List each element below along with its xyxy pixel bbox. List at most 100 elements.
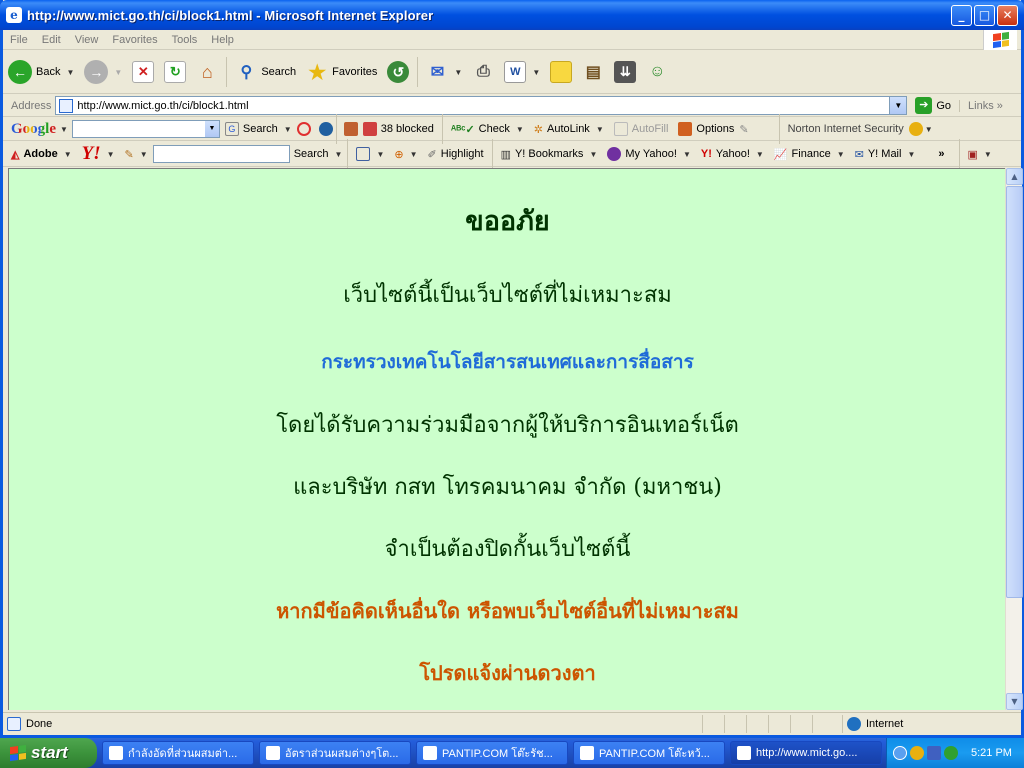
yahoo-mail-button[interactable]: ✉ Y! Mail ▼ (850, 148, 921, 161)
highlight-button[interactable]: ✐ Highlight (423, 148, 489, 161)
adobe-dropdown-icon[interactable]: ▼ (64, 150, 72, 159)
google-search-options-icon[interactable]: ▼ (284, 125, 292, 134)
research-button[interactable]: ▤ (577, 54, 609, 90)
finance-dropdown-icon[interactable]: ▼ (837, 150, 845, 159)
start-button[interactable]: start (0, 738, 97, 768)
window-dropdown-icon[interactable]: ▼ (376, 150, 384, 159)
menu-bar: File Edit View Favorites Tools Help (3, 30, 1021, 50)
maximize-button[interactable]: □ (974, 5, 995, 26)
autolink-dropdown-icon[interactable]: ▼ (596, 125, 604, 134)
back-button[interactable]: ← Back ▼ (3, 54, 79, 90)
menu-favorites[interactable]: Favorites (105, 34, 164, 46)
yahoo-dropdown-icon[interactable]: ▼ (107, 150, 115, 159)
yahoo-search-input[interactable] (152, 145, 290, 163)
document-icon (109, 746, 123, 760)
print-button[interactable]: ⎙ (467, 54, 499, 90)
yahoo-logo-button[interactable]: Y! ▼ (77, 143, 120, 165)
check-dropdown-icon[interactable]: ▼ (516, 125, 524, 134)
options-button[interactable]: Options (673, 122, 739, 136)
my-yahoo-button[interactable]: My Yahoo! ▼ (602, 147, 696, 161)
close-button[interactable]: ✕ (997, 5, 1018, 26)
more-chevron-icon[interactable]: » (938, 148, 944, 160)
home-button[interactable]: ⌂ (191, 54, 223, 90)
edit-word-button[interactable]: W ▼ (499, 54, 545, 90)
highlighter-icon[interactable]: ✎ (739, 123, 748, 136)
yahoo-button[interactable]: Y! Yahoo! ▼ (696, 148, 769, 160)
norton-label-button[interactable]: Norton Internet Security (783, 123, 909, 135)
forward-button[interactable]: → ▼ (79, 54, 127, 90)
autofill-button[interactable]: AutoFill (609, 122, 674, 136)
vertical-scrollbar[interactable]: ▲ ▼ (1005, 168, 1023, 710)
chrome-like-icon[interactable] (944, 746, 958, 760)
norton-icon[interactable] (908, 122, 923, 136)
history-button[interactable]: ↺ (382, 54, 414, 90)
refresh-button[interactable]: ↻ (159, 54, 191, 90)
google-search-input[interactable]: ▼ (71, 120, 220, 138)
yahoo-search-dropdown-icon[interactable]: ▼ (335, 150, 343, 159)
google-search-button[interactable]: G Search ▼ (220, 122, 297, 136)
spell-check-button[interactable]: ᴬᴮᶜ✓ Check ▼ (446, 123, 529, 136)
mail-button[interactable]: ✉ ▼ (421, 54, 467, 90)
go-button[interactable]: ➔ Go (907, 97, 959, 114)
window-menu-button[interactable]: ▼ (351, 147, 389, 161)
scroll-up-button[interactable]: ▲ (1006, 168, 1023, 185)
toolbar-divider (958, 139, 960, 169)
yahoo-search-button[interactable]: Search ▼ (290, 148, 345, 160)
tray-expand-icon[interactable] (893, 746, 907, 760)
pencil-dropdown-icon[interactable]: ▼ (140, 150, 148, 159)
network-icon[interactable] (910, 746, 924, 760)
menu-view[interactable]: View (68, 34, 106, 46)
google-menu-dropdown-icon[interactable]: ▼ (60, 125, 68, 134)
google-logo[interactable]: Google (3, 121, 58, 138)
norton-dropdown-icon[interactable]: ▼ (925, 125, 933, 134)
page-info-icon[interactable] (343, 122, 358, 136)
notes-button[interactable] (545, 54, 577, 90)
google-search-dropdown-icon[interactable]: ▼ (204, 121, 219, 137)
popup-blocker-button[interactable]: 38 blocked (358, 122, 439, 136)
pagerank-icon[interactable] (296, 122, 311, 136)
favorites-button[interactable]: ★ Favorites (301, 54, 382, 90)
yahoo-y-icon: Y! (700, 148, 712, 160)
address-input[interactable]: http://www.mict.go.th/ci/block1.html ▼ (55, 96, 908, 115)
toolbar-options-button[interactable]: ▣ ▼ (963, 148, 997, 161)
display-icon[interactable] (927, 746, 941, 760)
toolbar-options-dropdown-icon[interactable]: ▼ (984, 150, 992, 159)
forward-dropdown-icon[interactable]: ▼ (114, 68, 122, 77)
search-button[interactable]: ⚲ Search (230, 54, 301, 90)
my-yahoo-dropdown-icon[interactable]: ▼ (683, 150, 691, 159)
taskbar-item[interactable]: อัตราส่วนผสมต่างๆโต... (259, 741, 411, 765)
edit-dropdown-icon[interactable]: ▼ (532, 68, 540, 77)
download-button[interactable]: ⇊ (609, 54, 641, 90)
yahoo-bookmarks-button[interactable]: ▥ Y! Bookmarks ▼ (496, 148, 603, 161)
mail-dropdown-icon[interactable]: ▼ (454, 68, 462, 77)
yahoo-menu-dropdown-icon[interactable]: ▼ (756, 150, 764, 159)
autolink-button[interactable]: ✲ AutoLink ▼ (529, 123, 609, 136)
menu-tools[interactable]: Tools (165, 34, 205, 46)
minimize-button[interactable]: _ (951, 5, 972, 26)
bookmarks-dropdown-icon[interactable]: ▼ (589, 150, 597, 159)
clock[interactable]: 5:21 PM (971, 747, 1012, 759)
menu-help[interactable]: Help (204, 34, 241, 46)
taskbar-item[interactable]: PANTIP.COM โต๊ะรัช... (416, 741, 568, 765)
messenger-button[interactable]: ☺ (641, 54, 673, 90)
taskbar-item-active[interactable]: http://www.mict.go.... (730, 741, 882, 765)
title-bar[interactable]: e http://www.mict.go.th/ci/block1.html -… (0, 0, 1024, 30)
antispy-dropdown-icon[interactable]: ▼ (410, 150, 418, 159)
links-button[interactable]: Links » (959, 99, 1003, 112)
finance-button[interactable]: 📈 Finance ▼ (769, 148, 850, 161)
yahoo-mail-dropdown-icon[interactable]: ▼ (907, 150, 915, 159)
back-dropdown-icon[interactable]: ▼ (66, 68, 74, 77)
pencil-button[interactable]: ✎ ▼ (120, 148, 153, 161)
scroll-thumb[interactable] (1006, 186, 1023, 598)
taskbar-item[interactable]: กำลังอัดที่ส่วนผสมต่า... (102, 741, 254, 765)
adobe-button[interactable]: ◭ Adobe ▼ (3, 148, 77, 161)
stop-button[interactable]: ✕ (127, 54, 159, 90)
address-dropdown-icon[interactable]: ▼ (889, 97, 907, 114)
menu-file[interactable]: File (3, 34, 35, 46)
scroll-down-button[interactable]: ▼ (1006, 693, 1023, 710)
news-icon[interactable] (318, 122, 333, 136)
antispy-button[interactable]: ⊕ ▼ (389, 148, 422, 161)
page-content: ขออภัย เว็บไซต์นี้เป็นเว็บไซต์ที่ไม่เหมา… (8, 168, 1005, 710)
taskbar-item[interactable]: PANTIP.COM โต๊ะหว้... (573, 741, 725, 765)
menu-edit[interactable]: Edit (35, 34, 68, 46)
